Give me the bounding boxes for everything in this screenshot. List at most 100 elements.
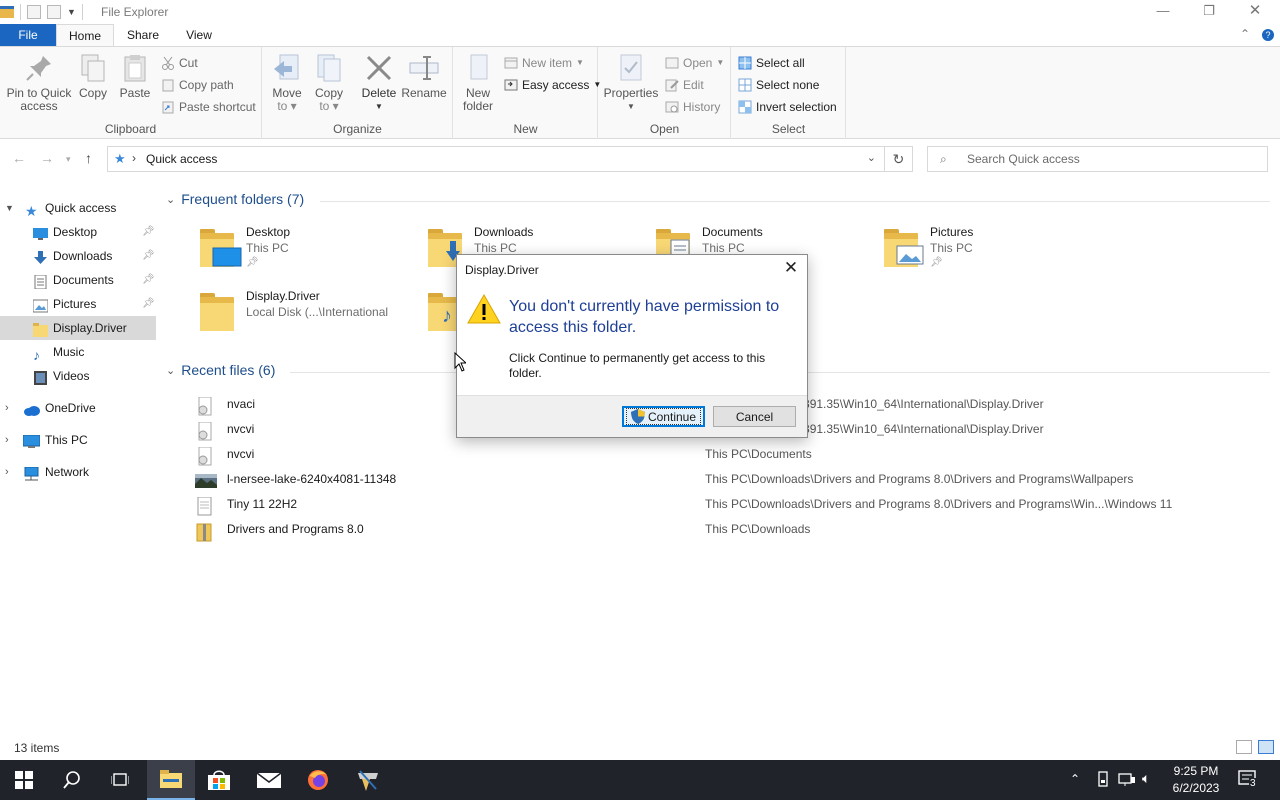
music-icon: ♪	[33, 347, 40, 363]
documents-icon	[33, 273, 48, 290]
large-icons-view-icon[interactable]	[1258, 740, 1274, 754]
pin-to-quick-access-button[interactable]: Pin to Quick access	[4, 53, 74, 113]
show-hidden-icons-icon[interactable]: ⌃	[1070, 772, 1080, 800]
sidebar-item-quick-access[interactable]: ▼ ★ Quick access	[0, 196, 156, 220]
paste-shortcut-button[interactable]: Paste shortcut	[161, 97, 256, 117]
collapse-ribbon-icon[interactable]: ⌃	[1240, 27, 1250, 41]
usb-icon[interactable]	[1096, 771, 1110, 800]
tab-share[interactable]: Share	[118, 24, 168, 47]
recent-files-header[interactable]: ⌄ Recent files (6)	[166, 362, 275, 378]
dialog-close-icon[interactable]: ✕	[783, 258, 799, 278]
clock-time: 9:25 PM	[1173, 764, 1219, 778]
tab-file[interactable]: File	[0, 24, 56, 47]
open-icon	[665, 56, 679, 70]
minimize-icon[interactable]: —	[1140, 0, 1186, 24]
copy-button[interactable]: Copy	[76, 53, 110, 100]
new-folder-button[interactable]: New folder	[458, 53, 498, 113]
sidebar-label: Music	[53, 345, 85, 359]
edit-button[interactable]: Edit	[665, 75, 704, 95]
recent-files-title: Recent files (6)	[181, 362, 276, 378]
address-bar[interactable]: ★ › Quick access ⌄	[107, 146, 885, 172]
copy-to-button[interactable]: Copy to ▾	[311, 53, 347, 113]
back-icon[interactable]: ←	[12, 150, 26, 166]
new-folder-qat-icon[interactable]	[47, 5, 61, 19]
delete-label: Delete	[361, 86, 397, 100]
sidebar-item-display-driver[interactable]: Display.Driver	[0, 316, 156, 340]
open-button[interactable]: Open ▼	[665, 53, 724, 73]
address-dropdown-icon[interactable]: ⌄	[867, 151, 876, 164]
sidebar-item-videos[interactable]: Videos	[0, 364, 156, 388]
forward-icon[interactable]: →	[40, 150, 54, 166]
start-button[interactable]	[0, 760, 48, 800]
recent-file-row[interactable]: nvcvi This PC\Documents	[190, 443, 1280, 468]
select-none-button[interactable]: Select none	[738, 75, 819, 95]
history-button[interactable]: History	[665, 97, 720, 117]
cancel-button[interactable]: Cancel	[713, 406, 796, 427]
new-item-button[interactable]: New item ▼	[504, 53, 584, 73]
select-all-button[interactable]: Select all	[738, 53, 805, 73]
help-icon[interactable]: ?	[1262, 29, 1274, 41]
sidebar-item-documents[interactable]: Documents 📌︎	[0, 268, 156, 292]
rename-button[interactable]: Rename	[401, 53, 447, 100]
pin-icon: 📌︎	[142, 274, 155, 285]
sidebar-item-network[interactable]: › Network	[0, 460, 156, 484]
firefox-taskbar-button[interactable]	[294, 760, 342, 800]
app-taskbar-button[interactable]	[344, 760, 392, 800]
invert-selection-button[interactable]: Invert selection	[738, 97, 837, 117]
tab-view[interactable]: View	[174, 24, 224, 47]
delete-button[interactable]: Delete ▼	[359, 53, 399, 113]
store-taskbar-button[interactable]	[195, 760, 243, 800]
continue-button[interactable]: Continue	[622, 406, 705, 427]
open-group: Properties ▼ Open ▼ Edit History Open	[599, 47, 731, 139]
paste-button[interactable]: Paste	[118, 53, 152, 100]
sidebar-item-downloads[interactable]: Downloads 📌︎	[0, 244, 156, 268]
details-view-icon[interactable]	[1236, 740, 1252, 754]
folder-tile-display-driver[interactable]: Display.Driver Local Disk (...\Internati…	[200, 289, 428, 347]
collapse-chevron-icon[interactable]: ⌄	[166, 193, 175, 206]
search-icon: ⌕	[940, 152, 947, 166]
notification-center-icon[interactable]: 3	[1238, 770, 1258, 800]
task-view-button[interactable]	[96, 760, 144, 800]
expand-chevron-icon[interactable]: ›	[5, 460, 9, 484]
recent-file-row[interactable]: Drivers and Programs 8.0 This PC\Downloa…	[190, 518, 1280, 543]
expand-chevron-icon[interactable]: ▼	[5, 196, 14, 220]
frequent-folders-header[interactable]: ⌄ Frequent folders (7)	[166, 191, 304, 207]
folder-tile-pictures[interactable]: Pictures This PC 📌︎	[884, 225, 1112, 283]
mail-taskbar-button[interactable]	[245, 760, 293, 800]
clock[interactable]: 9:25 PM 6/2/2023	[1160, 763, 1232, 797]
cut-button[interactable]: Cut	[161, 53, 198, 73]
delete-icon	[364, 53, 394, 83]
frequent-folders-title: Frequent folders (7)	[181, 191, 305, 207]
volume-icon[interactable]: 🔈︎	[1142, 770, 1150, 800]
sidebar-item-onedrive[interactable]: › OneDrive	[0, 396, 156, 420]
close-icon[interactable]: ✕	[1232, 0, 1278, 24]
restore-icon[interactable]: ❐	[1186, 0, 1232, 24]
properties-qat-icon[interactable]	[27, 5, 41, 19]
breadcrumb-chevron-icon[interactable]: ›	[132, 151, 136, 165]
folder-tile-desktop[interactable]: Desktop This PC 📌︎	[200, 225, 428, 283]
search-taskbar-button[interactable]	[48, 760, 96, 800]
up-icon[interactable]: ↑	[85, 150, 92, 166]
refresh-button[interactable]: ↻	[885, 146, 913, 172]
folder-tile-music[interactable]: ♪	[428, 289, 462, 347]
sidebar-item-pictures[interactable]: Pictures 📌︎	[0, 292, 156, 316]
tab-home[interactable]: Home	[56, 24, 114, 48]
easy-access-button[interactable]: Easy access ▼	[504, 75, 601, 95]
recent-file-row[interactable]: Tiny 11 22H2 This PC\Downloads\Drivers a…	[190, 493, 1280, 518]
expand-chevron-icon[interactable]: ›	[5, 428, 9, 452]
navigation-bar: ← → ▾ ↑ ★ › Quick access ⌄ ↻ ⌕ Search Qu…	[0, 140, 1280, 178]
expand-chevron-icon[interactable]: ›	[5, 396, 9, 420]
sidebar-item-this-pc[interactable]: › This PC	[0, 428, 156, 452]
sidebar-item-desktop[interactable]: Desktop 📌︎	[0, 220, 156, 244]
qat-dropdown-icon[interactable]: ▼	[67, 7, 76, 17]
copy-path-button[interactable]: Copy path	[161, 75, 234, 95]
recent-file-row[interactable]: l-nersee-lake-6240x4081-11348 This PC\Do…	[190, 468, 1280, 493]
network-tray-icon[interactable]	[1118, 771, 1136, 800]
recent-locations-icon[interactable]: ▾	[66, 154, 71, 165]
sidebar-item-music[interactable]: ♪ Music	[0, 340, 156, 364]
move-to-button[interactable]: Move to ▾	[269, 53, 305, 113]
collapse-chevron-icon[interactable]: ⌄	[166, 364, 175, 377]
file-explorer-taskbar-button[interactable]	[147, 760, 195, 800]
properties-button[interactable]: Properties ▼	[603, 53, 659, 113]
search-box[interactable]: ⌕ Search Quick access	[927, 146, 1268, 172]
